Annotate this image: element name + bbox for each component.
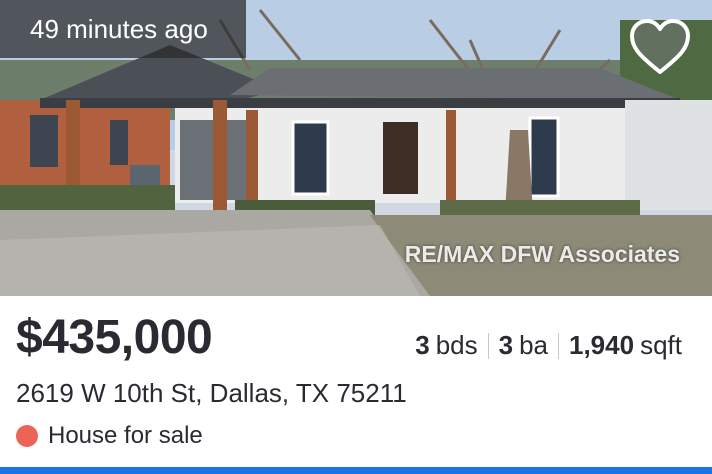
beds-unit: bds xyxy=(435,330,478,360)
listing-price: $435,000 xyxy=(16,311,213,364)
sqft-unit: sqft xyxy=(640,330,682,360)
status-dot-icon xyxy=(16,425,38,447)
photo-watermark: RE/MAX DFW Associates xyxy=(404,241,680,267)
listing-photo[interactable]: 49 minutes ago RE/MAX DFW Associates xyxy=(0,0,712,296)
heart-icon xyxy=(630,19,690,74)
spec-divider xyxy=(487,332,489,359)
listing-card[interactable]: 49 minutes ago RE/MAX DFW Associates $43… xyxy=(0,0,712,474)
status-label: House for sale xyxy=(48,422,203,449)
baths-unit: ba xyxy=(519,330,548,360)
baths-count: 3 xyxy=(498,330,514,360)
sqft-count: 1,940 xyxy=(569,330,635,360)
listing-age-badge: 49 minutes ago xyxy=(0,0,246,58)
listing-status: House for sale xyxy=(16,422,203,450)
listing-specs: 3 bds 3 ba 1,940 sqft xyxy=(415,330,682,361)
listing-address[interactable]: 2619 W 10th St, Dallas, TX 75211 xyxy=(16,378,407,409)
beds-count: 3 xyxy=(415,330,430,360)
save-listing-button[interactable] xyxy=(628,18,692,76)
spec-divider xyxy=(558,332,559,359)
card-accent-bar xyxy=(0,467,712,474)
